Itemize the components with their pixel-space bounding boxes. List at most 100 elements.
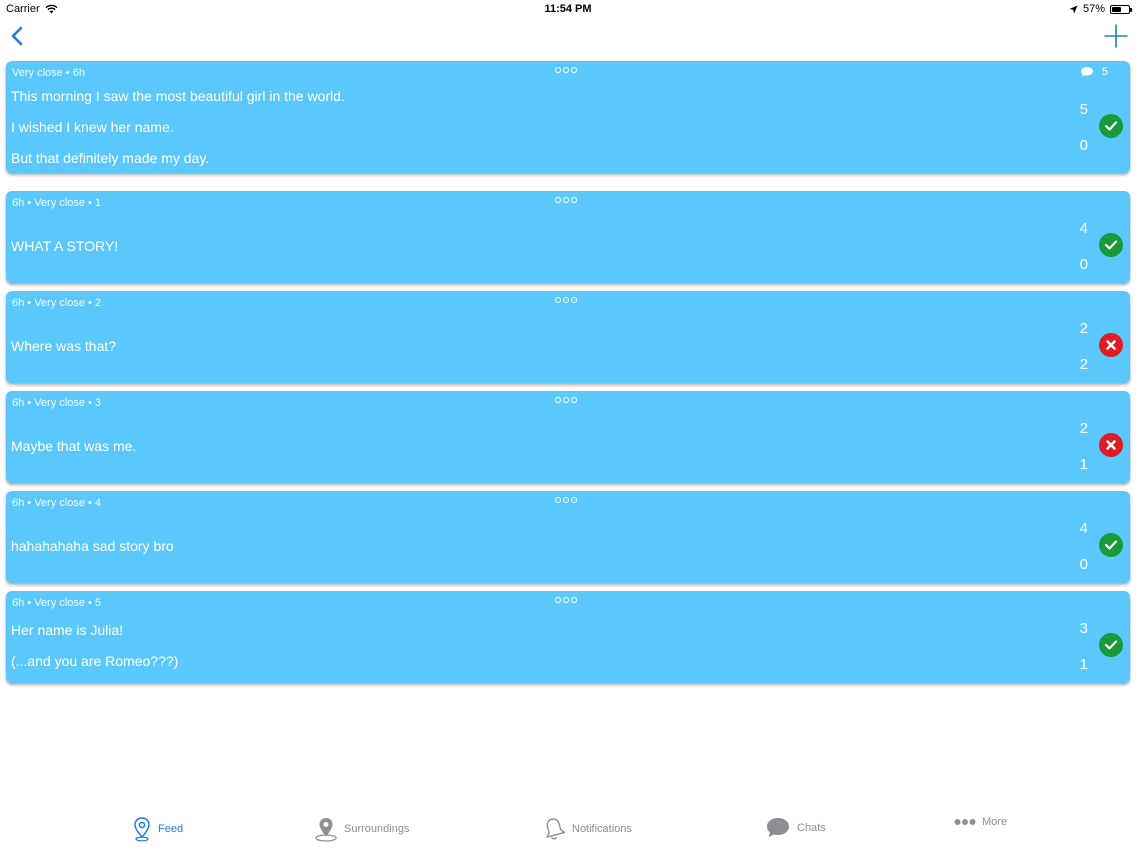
post-body: This morning I saw the most beautiful gi… xyxy=(11,89,345,165)
post-options-button[interactable] xyxy=(555,197,581,205)
tab-chats[interactable]: Chats xyxy=(765,816,826,840)
options-dot-icon xyxy=(571,597,577,603)
post-line: WHAT A STORY! xyxy=(11,238,119,254)
upvote-count[interactable]: 5 xyxy=(1068,101,1088,118)
options-dot-icon xyxy=(555,597,561,603)
upvote-count[interactable]: 4 xyxy=(1068,520,1088,537)
map-pin-icon xyxy=(134,817,150,842)
post-body: hahahahaha sad story bro xyxy=(11,539,174,553)
options-dot-icon xyxy=(571,67,577,73)
post-meta: Very close • 6h xyxy=(12,67,85,79)
checkmark-icon xyxy=(1104,640,1118,650)
downvote-count[interactable]: 1 xyxy=(1068,456,1088,473)
tab-label: Feed xyxy=(158,823,184,835)
options-dot-icon xyxy=(563,197,569,203)
post-line: This morning I saw the most beautiful gi… xyxy=(11,88,345,104)
post-options-button[interactable] xyxy=(555,397,581,405)
plus-icon xyxy=(1104,24,1128,48)
options-dot-icon xyxy=(563,497,569,503)
post-card[interactable]: 6h • Very close • 2 Where was that? 2 2 xyxy=(6,291,1130,383)
add-post-button[interactable] xyxy=(1102,22,1130,50)
post-body: Maybe that was me. xyxy=(11,439,136,453)
checkmark-icon xyxy=(1104,121,1118,131)
options-dot-icon xyxy=(571,297,577,303)
options-dot-icon xyxy=(555,67,561,73)
location-arrow-icon xyxy=(1069,5,1078,13)
post-options-button[interactable] xyxy=(555,67,581,75)
post-card[interactable]: 6h • Very close • 3 Maybe that was me. 2… xyxy=(6,391,1130,483)
tab-surroundings[interactable]: Surroundings xyxy=(314,816,409,842)
post-options-button[interactable] xyxy=(555,597,581,605)
tab-label: Chats xyxy=(797,822,826,834)
post-card[interactable]: 6h • Very close • 5 Her name is Julia! (… xyxy=(6,591,1130,683)
options-dot-icon xyxy=(563,297,569,303)
downvote-count[interactable]: 0 xyxy=(1068,137,1088,154)
post-line: Where was that? xyxy=(11,338,117,354)
post-options-button[interactable] xyxy=(555,297,581,305)
verdict-badge[interactable] xyxy=(1099,233,1123,257)
options-dot-icon xyxy=(563,597,569,603)
options-dot-icon xyxy=(563,397,569,403)
verdict-badge[interactable] xyxy=(1099,433,1123,457)
more-dots-icon xyxy=(954,819,976,825)
downvote-count[interactable]: 0 xyxy=(1068,556,1088,573)
post-meta: 6h • Very close • 1 xyxy=(12,197,102,209)
comment-count[interactable]: 5 xyxy=(1080,66,1108,78)
downvote-count[interactable]: 0 xyxy=(1068,256,1088,273)
post-card[interactable]: 6h • Very close • 4 hahahahaha sad story… xyxy=(6,491,1130,583)
tab-bar: Feed Surroundings Notifications Chats Mo… xyxy=(0,804,1136,852)
verdict-badge[interactable] xyxy=(1099,333,1123,357)
options-dot-icon xyxy=(555,297,561,303)
post-meta: 6h • Very close • 5 xyxy=(12,597,102,609)
options-dot-icon xyxy=(571,197,577,203)
battery-fill xyxy=(1112,6,1121,12)
upvote-count[interactable]: 4 xyxy=(1068,220,1088,237)
location-icon xyxy=(315,818,337,842)
checkmark-icon xyxy=(1104,240,1118,250)
options-dot-icon xyxy=(571,397,577,403)
back-button[interactable] xyxy=(6,22,30,50)
post-line: (...and you are Romeo???) xyxy=(11,653,179,669)
upvote-count[interactable]: 3 xyxy=(1068,620,1088,637)
verdict-badge[interactable] xyxy=(1099,533,1123,557)
status-time: 11:54 PM xyxy=(544,3,592,15)
post-options-button[interactable] xyxy=(555,497,581,505)
post-line: Maybe that was me. xyxy=(11,438,137,454)
post-line: I wished I knew her name. xyxy=(11,119,174,135)
post-body: Her name is Julia! (...and you are Romeo… xyxy=(11,623,178,668)
post-body: Where was that? xyxy=(11,339,116,353)
comment-bubble-icon xyxy=(1080,67,1093,77)
post-meta: 6h • Very close • 2 xyxy=(12,297,102,309)
tab-feed[interactable]: Feed xyxy=(132,816,183,842)
post-body: WHAT A STORY! xyxy=(11,239,118,253)
comment-count-value: 5 xyxy=(1101,66,1108,78)
nav-bar xyxy=(0,18,1136,58)
bell-icon xyxy=(546,818,566,840)
tab-more[interactable]: More xyxy=(954,816,1007,828)
tab-label: Surroundings xyxy=(344,823,410,835)
battery-icon xyxy=(1110,4,1132,14)
post-card[interactable]: 6h • Very close • 1 WHAT A STORY! 4 0 xyxy=(6,191,1130,283)
post-meta: 6h • Very close • 3 xyxy=(12,397,102,409)
post-line: But that definitely made my day. xyxy=(11,150,210,166)
post-line: Her name is Julia! xyxy=(11,622,124,638)
checkmark-icon xyxy=(1104,540,1118,550)
downvote-count[interactable]: 1 xyxy=(1068,656,1088,673)
upvote-count[interactable]: 2 xyxy=(1068,420,1088,437)
status-bar: Carrier 11:54 PM 57% xyxy=(0,0,1136,18)
verdict-badge[interactable] xyxy=(1099,114,1123,138)
verdict-badge[interactable] xyxy=(1099,633,1123,657)
options-dot-icon xyxy=(563,67,569,73)
tab-label: Notifications xyxy=(572,823,632,835)
options-dot-icon xyxy=(571,497,577,503)
chevron-left-icon xyxy=(11,26,23,46)
options-dot-icon xyxy=(555,397,561,403)
upvote-count[interactable]: 2 xyxy=(1068,320,1088,337)
post-meta: 6h • Very close • 4 xyxy=(12,497,102,509)
downvote-count[interactable]: 2 xyxy=(1068,356,1088,373)
post-card[interactable]: Very close • 6h 5 This morning I saw the… xyxy=(6,61,1130,173)
tab-notifications[interactable]: Notifications xyxy=(542,816,632,842)
options-dot-icon xyxy=(555,497,561,503)
battery-percent: 57% xyxy=(1082,3,1105,15)
chat-bubble-icon xyxy=(767,818,789,838)
